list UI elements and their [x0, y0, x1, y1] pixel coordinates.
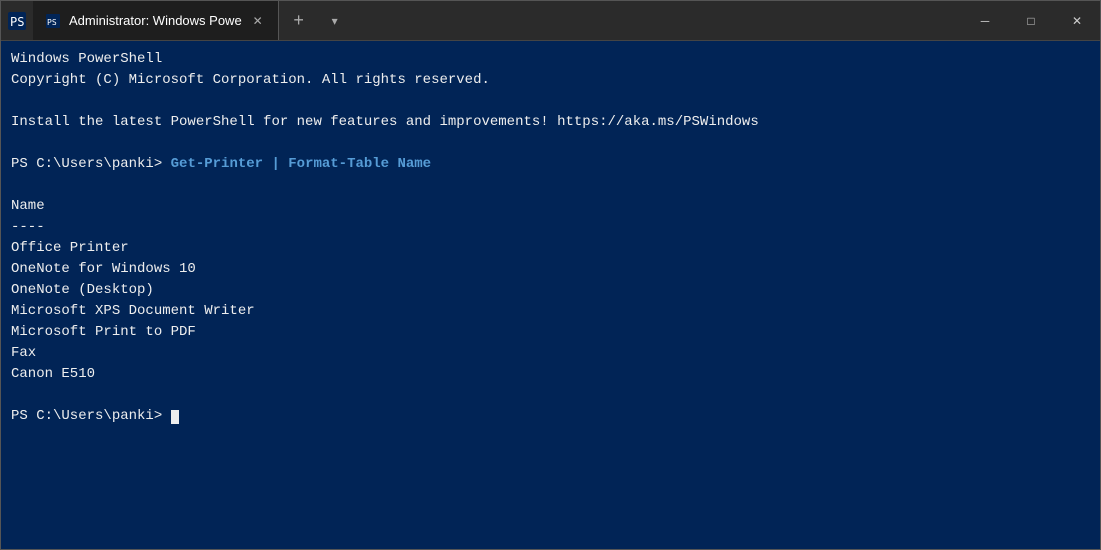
line-15-printer-6: Fax — [11, 343, 1090, 364]
minimize-button[interactable]: ─ — [962, 1, 1008, 40]
line-14-printer-5: Microsoft Print to PDF — [11, 322, 1090, 343]
tab-title: Administrator: Windows Powe — [69, 13, 242, 28]
close-button[interactable]: ✕ — [1054, 1, 1100, 40]
active-tab[interactable]: PS Administrator: Windows Powe ✕ — [33, 1, 279, 40]
line-11-printer-2: OneNote for Windows 10 — [11, 259, 1090, 280]
tab-dropdown-button[interactable]: ▾ — [319, 1, 351, 40]
window-controls: ─ □ ✕ — [962, 1, 1100, 40]
line-2: Copyright (C) Microsoft Corporation. All… — [11, 70, 1090, 91]
terminal-output[interactable]: Windows PowerShell Copyright (C) Microso… — [1, 41, 1100, 549]
prompt-1: PS C:\Users\panki> — [11, 156, 171, 172]
line-3 — [11, 91, 1090, 112]
svg-text:PS: PS — [10, 15, 24, 29]
tab-close-button[interactable]: ✕ — [250, 13, 266, 29]
line-8-name-header: Name — [11, 196, 1090, 217]
titlebar-left: PS PS Administrator: Windows Powe ✕ + ▾ — [1, 1, 962, 40]
line-13-printer-4: Microsoft XPS Document Writer — [11, 301, 1090, 322]
titlebar: PS PS Administrator: Windows Powe ✕ + ▾ … — [1, 1, 1100, 41]
line-17 — [11, 385, 1090, 406]
line-9-separator: ---- — [11, 217, 1090, 238]
line-7 — [11, 175, 1090, 196]
line-12-printer-3: OneNote (Desktop) — [11, 280, 1090, 301]
maximize-button[interactable]: □ — [1008, 1, 1054, 40]
command-text: Get-Printer | Format-Table Name — [171, 156, 431, 172]
svg-text:PS: PS — [47, 18, 57, 27]
window: PS PS Administrator: Windows Powe ✕ + ▾ … — [0, 0, 1101, 550]
tab-powershell-icon: PS — [45, 13, 61, 29]
line-4: Install the latest PowerShell for new fe… — [11, 112, 1090, 133]
window-icon: PS — [1, 1, 33, 40]
prompt-2: PS C:\Users\panki> — [11, 408, 171, 424]
line-1: Windows PowerShell — [11, 49, 1090, 70]
new-tab-button[interactable]: + — [279, 1, 319, 40]
line-18-active-prompt: PS C:\Users\panki> — [11, 406, 1090, 427]
line-5 — [11, 133, 1090, 154]
line-10-printer-1: Office Printer — [11, 238, 1090, 259]
cursor — [171, 410, 179, 424]
line-16-printer-7: Canon E510 — [11, 364, 1090, 385]
line-6-command: PS C:\Users\panki> Get-Printer | Format-… — [11, 154, 1090, 175]
